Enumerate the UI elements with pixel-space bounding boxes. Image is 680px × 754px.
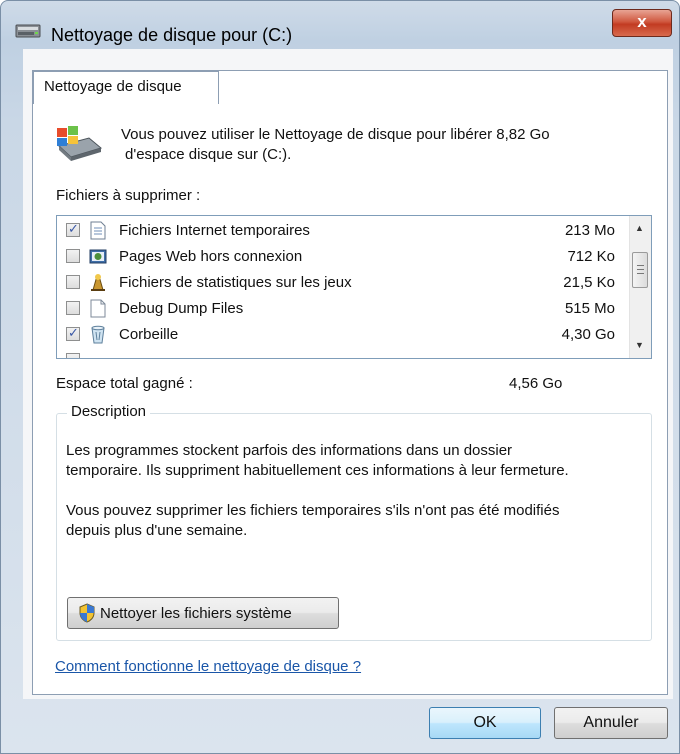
clean-system-files-label: Nettoyer les fichiers système bbox=[100, 605, 292, 622]
checkbox[interactable] bbox=[66, 301, 80, 315]
description-legend: Description bbox=[67, 403, 151, 420]
info-line-1: Vous pouvez utiliser le Nettoyage de dis… bbox=[121, 126, 550, 143]
clean-system-files-button[interactable]: Nettoyer les fichiers système bbox=[67, 597, 339, 629]
checkbox[interactable] bbox=[66, 353, 80, 358]
file-name: Pages Web hors connexion bbox=[119, 248, 303, 265]
list-item[interactable]: ✓ Fichiers Internet temporaires 213 Mo bbox=[57, 218, 629, 244]
cancel-button[interactable]: Annuler bbox=[554, 707, 668, 739]
recycle-bin-icon bbox=[91, 325, 105, 344]
list-item[interactable] bbox=[57, 348, 629, 358]
list-item[interactable]: ✓ Corbeille 4,30 Go bbox=[57, 322, 629, 348]
window-title: Nettoyage de disque pour (C:) bbox=[51, 25, 293, 45]
file-size: 21,5 Ko bbox=[563, 274, 615, 291]
text-document-icon bbox=[90, 221, 106, 240]
close-icon: x bbox=[637, 12, 647, 31]
checkbox[interactable] bbox=[66, 275, 80, 289]
checkbox[interactable] bbox=[66, 249, 80, 263]
total-space-value: 4,56 Go bbox=[509, 375, 563, 392]
disk-cleanup-large-icon bbox=[57, 126, 103, 161]
description-paragraph-2: Vous pouvez supprimer les fichiers tempo… bbox=[66, 501, 646, 541]
description-paragraph-1: Les programmes stockent parfois des info… bbox=[66, 441, 646, 481]
scroll-up-icon[interactable]: ▲ bbox=[635, 223, 644, 233]
file-name: Debug Dump Files bbox=[119, 300, 244, 317]
info-line-2: d'espace disque sur (C:). bbox=[125, 146, 292, 163]
file-size: 712 Ko bbox=[567, 248, 615, 265]
disk-cleanup-icon bbox=[15, 24, 41, 38]
checkmark-icon: ✓ bbox=[68, 221, 79, 236]
total-space-label: Espace total gagné : bbox=[56, 375, 193, 392]
file-size: 4,30 Go bbox=[561, 326, 615, 343]
scroll-down-icon[interactable]: ▼ bbox=[635, 340, 644, 350]
uac-shield-icon bbox=[79, 603, 95, 623]
description-text: temporaire. Ils suppriment habituellemen… bbox=[66, 462, 569, 479]
game-stats-icon bbox=[91, 274, 105, 291]
offline-web-icon bbox=[89, 249, 107, 264]
list-item[interactable]: Fichiers de statistiques sur les jeux 21… bbox=[57, 270, 629, 296]
file-name: Corbeille bbox=[119, 326, 179, 343]
list-item[interactable]: Pages Web hors connexion 712 Ko bbox=[57, 244, 629, 270]
file-name: Fichiers de statistiques sur les jeux bbox=[119, 274, 352, 291]
description-text: Les programmes stockent parfois des info… bbox=[66, 442, 513, 459]
description-text: depuis plus d'une semaine. bbox=[66, 522, 248, 539]
checkbox[interactable]: ✓ bbox=[66, 325, 80, 341]
file-size: 515 Mo bbox=[564, 300, 615, 317]
list-item[interactable]: Debug Dump Files 515 Mo bbox=[57, 296, 629, 322]
list-scrollbar[interactable]: ▲ ▼ bbox=[629, 216, 651, 358]
ok-button[interactable]: OK bbox=[429, 707, 541, 739]
description-text: Vous pouvez supprimer les fichiers tempo… bbox=[66, 502, 560, 519]
close-button[interactable]: x bbox=[612, 9, 672, 37]
title-bar[interactable]: Nettoyage de disque pour (C:) x bbox=[1, 1, 679, 47]
checkmark-icon: ✓ bbox=[68, 325, 79, 340]
tab-disk-cleanup[interactable]: Nettoyage de disque bbox=[33, 71, 219, 104]
disk-cleanup-window: Nettoyage de disque pour (C:) x Nettoyag… bbox=[0, 0, 680, 754]
file-name: Fichiers Internet temporaires bbox=[119, 222, 310, 239]
scroll-thumb[interactable] bbox=[632, 252, 648, 288]
file-size: 213 Mo bbox=[564, 222, 615, 239]
files-list[interactable]: ✓ Fichiers Internet temporaires 213 Mo P… bbox=[56, 215, 652, 359]
info-message: Vous pouvez utiliser le Nettoyage de dis… bbox=[121, 125, 641, 165]
help-link[interactable]: Comment fonctionne le nettoyage de disqu… bbox=[55, 658, 361, 675]
files-to-delete-label: Fichiers à supprimer : bbox=[56, 187, 201, 204]
blank-file-icon bbox=[90, 299, 106, 318]
checkbox[interactable]: ✓ bbox=[66, 221, 80, 237]
